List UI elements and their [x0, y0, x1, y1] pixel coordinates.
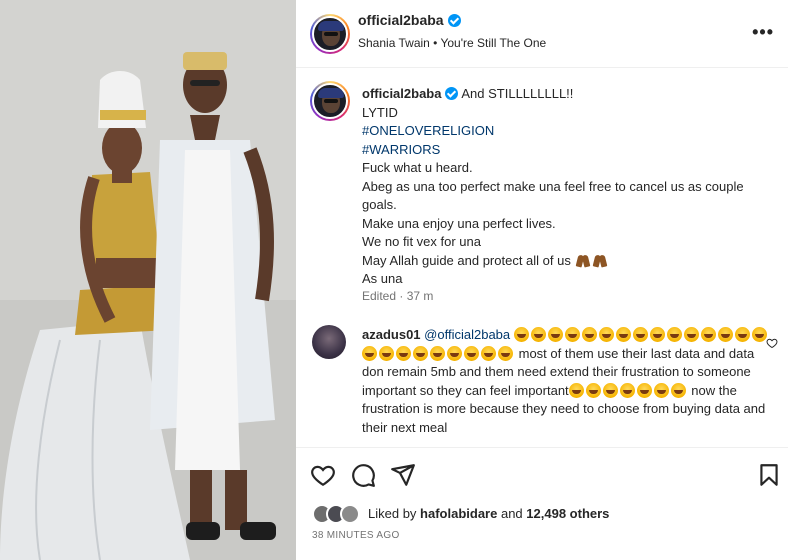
likes-row: Liked by hafolabidare and 12,498 others — [296, 497, 788, 529]
caption-line-9-text: May Allah guide and protect all of us — [362, 252, 571, 268]
laughing-emoji-icon — [568, 382, 584, 398]
laughing-emoji-icon — [498, 345, 513, 361]
comment-username[interactable]: azadus01 — [362, 327, 421, 342]
post-caption: official2baba And STILLLLLLLL!! LYTID #O… — [362, 85, 762, 289]
caption-line-2: LYTID — [362, 104, 398, 120]
liked-by-connector: and — [500, 506, 523, 521]
post-header: official2baba Shania Twain • You're Stil… — [296, 0, 788, 68]
caption-line-1: And STILLLLLLLL!! — [461, 86, 574, 101]
verified-badge-icon — [445, 87, 459, 100]
hashtag-onelovereligion[interactable]: #ONELOVERELIGION — [362, 122, 762, 141]
laughing-emoji-icon — [513, 327, 529, 342]
laughing-emoji-icon — [670, 382, 686, 398]
laughing-emoji-icon — [481, 345, 496, 361]
header-username-row[interactable]: official2baba — [358, 12, 461, 28]
laughing-emoji-icon — [581, 327, 597, 342]
comment: azadus01 @official2baba most of them use… — [362, 326, 772, 437]
caption-line-5: Fuck what u heard. — [362, 160, 473, 175]
caption-line-8: We no fit vex for una — [362, 234, 481, 249]
post-photo[interactable] — [0, 0, 296, 560]
laughing-emoji-icon — [602, 382, 618, 398]
comment-mention[interactable]: @official2baba — [424, 327, 510, 342]
laughing-emoji-icon — [653, 382, 669, 398]
audio-track[interactable]: Shania Twain • You're Still The One — [358, 36, 546, 50]
praying-hands-icon — [593, 254, 608, 267]
caption-line-9: May Allah guide and protect all of us — [362, 252, 762, 271]
liker-avatar — [340, 504, 360, 524]
more-options-icon[interactable]: ••• — [752, 22, 774, 43]
comments-section[interactable]: official2baba And STILLLLLLLL!! LYTID #O… — [296, 69, 788, 447]
laughing-emoji-icon — [751, 327, 767, 342]
laughing-emoji-icon — [585, 382, 601, 398]
like-heart-icon[interactable] — [310, 462, 336, 488]
laughing-emoji-icon — [683, 327, 699, 342]
laughing-emoji-icon — [734, 327, 750, 342]
commenter-avatar[interactable] — [312, 325, 346, 359]
comment-bubble-icon[interactable] — [350, 462, 376, 488]
laughing-emoji-icon — [632, 327, 648, 342]
edited-timestamp: Edited · 37 m — [362, 289, 434, 303]
header-username[interactable]: official2baba — [358, 12, 444, 28]
likes-count[interactable]: 12,498 others — [526, 506, 609, 521]
caption-line-6: Abeg as una too perfect make una feel fr… — [362, 178, 744, 213]
laughing-emoji-icon — [666, 327, 682, 342]
laughing-emoji-icon — [598, 327, 614, 342]
laughing-emoji-icon — [564, 327, 580, 342]
laughing-emoji-icon — [530, 327, 546, 342]
laughing-emoji-icon — [700, 327, 716, 342]
save-bookmark-icon[interactable] — [756, 462, 782, 488]
post-timestamp[interactable]: 38 MINUTES AGO — [312, 530, 400, 541]
profile-avatar[interactable] — [310, 14, 350, 54]
laughing-emoji-icon — [413, 345, 428, 361]
laughing-emoji-icon — [447, 345, 462, 361]
laughing-emoji-icon — [464, 345, 479, 361]
laughing-emoji-icon — [379, 345, 394, 361]
laughing-emoji-icon — [717, 327, 733, 342]
laughing-emoji-icon — [615, 327, 631, 342]
laughing-emoji-icon — [430, 345, 445, 361]
liked-by-text: Liked by hafolabidare and 12,498 others — [368, 506, 609, 521]
couple-photo — [0, 0, 296, 560]
liker-avatars[interactable] — [312, 504, 366, 524]
like-comment-heart-icon[interactable] — [766, 337, 778, 349]
caption-username[interactable]: official2baba — [362, 86, 441, 101]
verified-badge-icon — [447, 14, 461, 27]
laughing-emoji-icon — [649, 327, 665, 342]
post-panel: official2baba Shania Twain • You're Stil… — [296, 0, 788, 560]
action-bar — [296, 447, 788, 497]
liked-by-prefix: Liked by — [368, 506, 417, 521]
caption-avatar[interactable] — [310, 81, 350, 121]
liked-by-user[interactable]: hafolabidare — [420, 506, 497, 521]
laughing-emoji-icon — [636, 382, 652, 398]
laughing-emoji-group-2 — [568, 382, 688, 398]
share-send-icon[interactable] — [390, 462, 416, 488]
laughing-emoji-icon — [547, 327, 563, 342]
laughing-emoji-icon — [619, 382, 635, 398]
caption-line-7: Make una enjoy una perfect lives. — [362, 215, 556, 231]
caption-line-10: As una — [362, 271, 403, 286]
laughing-emoji-icon — [362, 345, 377, 361]
praying-hands-icon — [576, 254, 591, 267]
hashtag-warriors[interactable]: #WARRIORS — [362, 141, 762, 160]
laughing-emoji-icon — [396, 345, 411, 361]
